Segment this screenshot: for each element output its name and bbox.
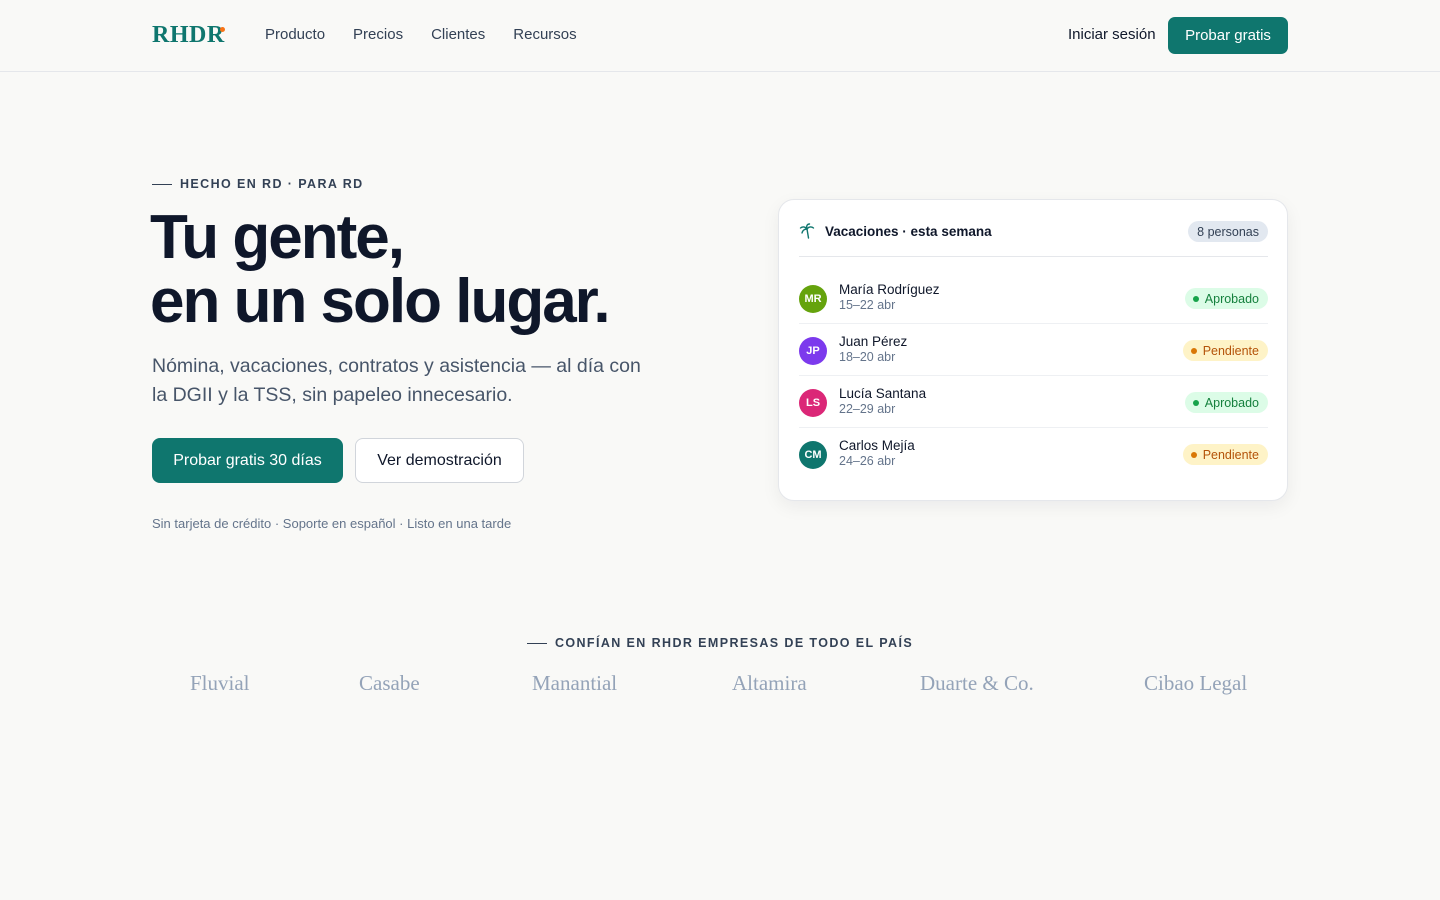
logo[interactable]: RHDR bbox=[152, 22, 225, 49]
avatar: LS bbox=[799, 389, 827, 417]
client-logo: Cibao Legal bbox=[1144, 671, 1248, 695]
hero-fine-print: Sin tarjeta de crédito · Soporte en espa… bbox=[152, 516, 512, 531]
status-badge: Pendiente bbox=[1182, 444, 1268, 465]
avatar: MR bbox=[799, 285, 827, 313]
nav-link-clientes[interactable]: Clientes bbox=[431, 26, 485, 43]
status-dot bbox=[1190, 347, 1197, 354]
vacation-row[interactable]: JP Juan Pérez 18–20 abr Pendiente bbox=[799, 324, 1268, 376]
status-badge: Aprobado bbox=[1184, 392, 1268, 413]
palm-tree-icon bbox=[799, 223, 815, 239]
client-logo: Fluvial bbox=[190, 671, 250, 695]
vacation-dates: 24–26 abr bbox=[839, 454, 896, 468]
status-label: Pendiente bbox=[1202, 447, 1259, 462]
status-dot bbox=[1192, 399, 1199, 406]
nav-try-free-button[interactable]: Probar gratis bbox=[1168, 17, 1288, 54]
status-label: Aprobado bbox=[1204, 395, 1259, 410]
status-badge: Aprobado bbox=[1184, 288, 1268, 309]
status-dot bbox=[1192, 295, 1199, 302]
client-logo: Altamira bbox=[732, 671, 807, 695]
status-dot bbox=[1190, 451, 1197, 458]
hero-eyebrow: HECHO EN RD · PARA RD bbox=[152, 177, 364, 191]
status-label: Aprobado bbox=[1204, 291, 1259, 306]
eyebrow-line bbox=[152, 183, 172, 185]
vacations-card: Vacaciones · esta semana 8 personas MR Ma… bbox=[778, 199, 1288, 501]
card-title: Vacaciones · esta semana bbox=[825, 224, 992, 239]
card-header: Vacaciones · esta semana 8 personas bbox=[799, 221, 1268, 257]
person-name: María Rodríguez bbox=[839, 282, 940, 297]
avatar: CM bbox=[799, 441, 827, 469]
logo-dot bbox=[220, 27, 225, 32]
vacation-row[interactable]: MR María Rodríguez 15–22 abr Aprobado bbox=[799, 272, 1268, 324]
nav-link-precios[interactable]: Precios bbox=[353, 26, 403, 43]
trust-line bbox=[526, 642, 547, 644]
person-name: Carlos Mejía bbox=[839, 438, 915, 453]
status-label: Pendiente bbox=[1202, 343, 1259, 358]
trust-label: CONFÍAN EN RHDR EMPRESAS DE TODO EL PAÍS bbox=[0, 636, 1440, 650]
headline-line-2: en un solo lugar. bbox=[150, 267, 611, 336]
vacation-dates: 15–22 abr bbox=[839, 298, 896, 312]
nav-links: Producto Precios Clientes Recursos bbox=[265, 26, 577, 43]
client-logo: Casabe bbox=[359, 671, 420, 695]
hero-headline: Tu gente, en un solo lugar. bbox=[150, 203, 611, 336]
person-name: Lucía Santana bbox=[839, 386, 927, 401]
start-trial-button[interactable]: Probar gratis 30 días bbox=[152, 438, 343, 483]
vacation-dates: 22–29 abr bbox=[839, 402, 896, 416]
eyebrow-text: HECHO EN RD · PARA RD bbox=[180, 177, 364, 191]
people-count-badge: 8 personas bbox=[1188, 221, 1268, 242]
status-badge: Pendiente bbox=[1182, 340, 1268, 361]
vacation-row[interactable]: CM Carlos Mejía 24–26 abr Pendiente bbox=[799, 428, 1268, 480]
avatar: JP bbox=[799, 337, 827, 365]
client-logo: Duarte & Co. bbox=[920, 671, 1034, 695]
demo-button[interactable]: Ver demostración bbox=[355, 438, 524, 483]
hero-subtitle: Nómina, vacaciones, contratos y asistenc… bbox=[152, 355, 641, 406]
trust-text: CONFÍAN EN RHDR EMPRESAS DE TODO EL PAÍS bbox=[554, 636, 914, 650]
headline-line-1: Tu gente, bbox=[150, 203, 405, 272]
vacation-row[interactable]: LS Lucía Santana 22–29 abr Aprobado bbox=[799, 376, 1268, 428]
vacation-dates: 18–20 abr bbox=[839, 350, 896, 364]
client-logo: Manantial bbox=[532, 671, 618, 695]
nav-link-producto[interactable]: Producto bbox=[265, 26, 325, 43]
nav-link-recursos[interactable]: Recursos bbox=[513, 26, 576, 43]
top-nav: RHDR Producto Precios Clientes Recursos … bbox=[0, 0, 1440, 72]
person-name: Juan Pérez bbox=[839, 334, 908, 349]
login-link[interactable]: Iniciar sesión bbox=[1068, 26, 1156, 43]
